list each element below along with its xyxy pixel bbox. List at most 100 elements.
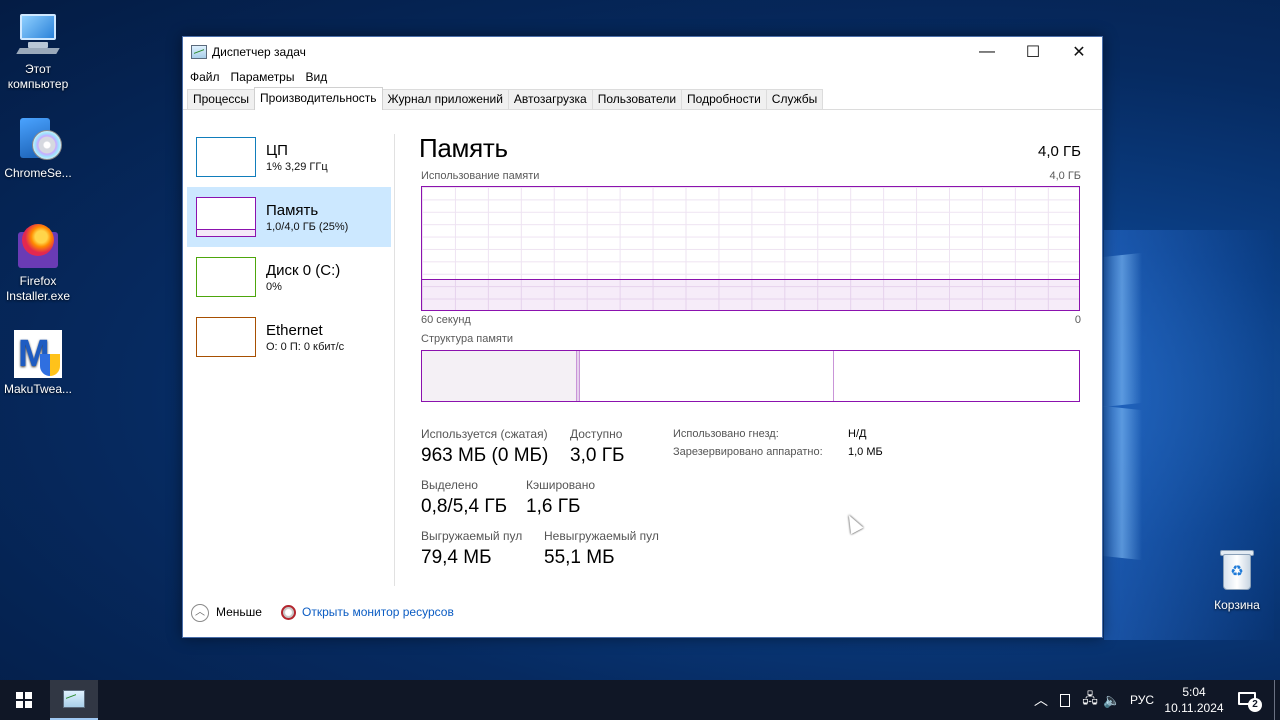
memory-usage-graph — [421, 186, 1080, 311]
recycle-bin-icon: ♻ — [1213, 546, 1261, 594]
close-button[interactable]: ✕ — [1056, 37, 1102, 66]
fewer-details-button[interactable]: Меньше — [216, 605, 262, 619]
available-label: Доступно — [570, 427, 623, 441]
resource-name: ЦП — [266, 141, 288, 159]
show-desktop-button[interactable] — [1274, 680, 1275, 720]
makutweaker-icon: M — [14, 330, 62, 378]
resource-monitor-icon — [281, 605, 296, 620]
slots-used-label: Использовано гнезд: — [673, 428, 779, 440]
slots-used-value: Н/Д — [848, 428, 867, 440]
chevron-up-icon[interactable]: ︿ — [191, 604, 209, 622]
menu-file[interactable]: Файл — [189, 70, 226, 84]
task-manager-icon — [63, 690, 85, 708]
resource-list: ЦП 1% 3,29 ГГц Память 1,0/4,0 ГБ (25%) Д… — [187, 127, 391, 367]
start-button[interactable] — [0, 680, 48, 720]
in-use-label: Используется (сжатая) — [421, 427, 548, 441]
resource-item-cpu[interactable]: ЦП 1% 3,29 ГГц — [187, 127, 391, 187]
resource-summary: 1% 3,29 ГГц — [266, 160, 328, 173]
tab-services[interactable]: Службы — [765, 89, 824, 109]
hardware-reserved-value: 1,0 МБ — [848, 446, 883, 458]
resource-name: Диск 0 (C:) — [266, 261, 341, 279]
notification-count: 2 — [1248, 698, 1262, 712]
window-footer: ︿ Меньше Открыть монитор ресурсов — [183, 587, 1102, 637]
memory-usage-fill — [422, 279, 1079, 310]
network-icon[interactable]: 🖧 — [1080, 680, 1100, 720]
wallpaper-beam-top — [1102, 252, 1142, 408]
desktop-icon-label: ChromeSe... — [4, 166, 72, 180]
windows-logo-icon — [16, 692, 32, 708]
desktop-icon-firefox-installer[interactable]: Firefox Installer.exe — [0, 222, 76, 304]
resource-item-disk[interactable]: Диск 0 (C:) 0% — [187, 247, 391, 307]
desktop-icon-label: MakuTwea... — [3, 382, 73, 396]
graph-time-left: 60 секунд — [421, 314, 471, 326]
menu-view[interactable]: Вид — [304, 70, 333, 84]
resource-summary: 1,0/4,0 ГБ (25%) — [266, 220, 349, 233]
paged-pool-value: 79,4 МБ — [421, 547, 492, 568]
title-bar[interactable]: Диспетчер задач — ☐ ✕ — [183, 37, 1102, 66]
hardware-reserved-label: Зарезервировано аппаратно: — [673, 446, 823, 458]
language-indicator[interactable]: РУС — [1126, 680, 1158, 720]
panel-divider[interactable] — [394, 134, 395, 586]
memory-structure-bar — [421, 350, 1080, 402]
resource-name: Ethernet — [266, 321, 323, 339]
window-title: Диспетчер задач — [212, 44, 306, 59]
available-value: 3,0 ГБ — [570, 445, 625, 466]
desktop-icon-recycle-bin[interactable]: ♻ Корзина — [1199, 546, 1275, 613]
tab-app-history[interactable]: Журнал приложений — [381, 89, 509, 109]
resource-item-memory[interactable]: Память 1,0/4,0 ГБ (25%) — [187, 187, 391, 247]
resource-summary: 0% — [266, 280, 282, 293]
clock-time: 5:04 — [1182, 685, 1206, 699]
usage-graph-label: Использование памяти — [421, 170, 540, 182]
task-manager-window: Диспетчер задач — ☐ ✕ Файл Параметры Вид… — [182, 36, 1103, 638]
desktop-icon-chromesetup[interactable]: ChromeSe... — [0, 114, 76, 181]
structure-standby[interactable] — [580, 351, 834, 401]
nonpaged-pool-label: Невыгружаемый пул — [544, 529, 659, 543]
structure-free[interactable] — [834, 351, 1079, 401]
paged-pool-label: Выгружаемый пул — [421, 529, 523, 543]
clock[interactable]: 5:04 10.11.2024 — [1160, 684, 1228, 716]
volume-icon[interactable]: 🔈 — [1102, 680, 1122, 720]
graph-time-right: 0 — [1074, 314, 1081, 326]
installer-disc-icon — [14, 114, 62, 162]
structure-in-use[interactable] — [422, 351, 577, 401]
desktop-icon-makutweaker[interactable]: M MakuTwea... — [0, 330, 76, 397]
usage-graph-max: 4,0 ГБ — [1049, 170, 1081, 182]
action-center-button[interactable]: 2 — [1236, 688, 1262, 712]
memory-total: 4,0 ГБ — [1038, 143, 1081, 160]
tab-details[interactable]: Подробности — [681, 89, 767, 109]
tab-performance[interactable]: Производительность — [254, 87, 383, 110]
taskbar: ︿ 🖧 🔈 РУС 5:04 10.11.2024 2 — [0, 680, 1280, 720]
resource-summary: О: 0 П: 0 кбит/с — [266, 340, 345, 353]
committed-label: Выделено — [421, 478, 478, 492]
cached-label: Кэшировано — [526, 478, 596, 492]
committed-value: 0,8/5,4 ГБ — [421, 496, 508, 517]
desktop-icon-label: Корзина — [1214, 598, 1260, 612]
disk-thumbnail-graph — [196, 257, 256, 297]
desktop-icon-this-pc[interactable]: Этот компьютер — [0, 10, 76, 92]
tab-users[interactable]: Пользователи — [591, 89, 683, 109]
task-manager-icon — [191, 44, 207, 59]
page-title: Память — [419, 133, 508, 163]
clock-date: 10.11.2024 — [1164, 701, 1224, 715]
desktop-icon-label: Firefox Installer.exe — [5, 274, 71, 303]
cpu-thumbnail-graph — [196, 137, 256, 177]
open-resource-monitor-link[interactable]: Открыть монитор ресурсов — [302, 605, 454, 619]
menu-bar: Файл Параметры Вид — [183, 66, 1102, 88]
resource-item-ethernet[interactable]: Ethernet О: 0 П: 0 кбит/с — [187, 307, 391, 367]
tab-startup[interactable]: Автозагрузка — [507, 89, 593, 109]
cached-value: 1,6 ГБ — [526, 496, 581, 517]
desktop-icon-label: Этот компьютер — [7, 62, 69, 91]
memory-thumbnail-graph — [196, 197, 256, 237]
taskbar-task-manager[interactable] — [50, 680, 98, 720]
chevron-up-icon[interactable]: ︿ — [1032, 680, 1050, 720]
wallpaper-beam-bottom — [1102, 405, 1142, 561]
computer-icon — [14, 10, 62, 58]
in-use-value: 963 МБ (0 МБ) — [421, 445, 549, 466]
tab-processes[interactable]: Процессы — [187, 89, 256, 109]
minimize-button[interactable]: — — [964, 37, 1010, 66]
maximize-button[interactable]: ☐ — [1010, 37, 1056, 66]
nonpaged-pool-value: 55,1 МБ — [544, 547, 615, 568]
resource-name: Память — [266, 201, 319, 219]
tray-device-icon[interactable] — [1056, 680, 1074, 720]
menu-options[interactable]: Параметры — [230, 70, 301, 84]
